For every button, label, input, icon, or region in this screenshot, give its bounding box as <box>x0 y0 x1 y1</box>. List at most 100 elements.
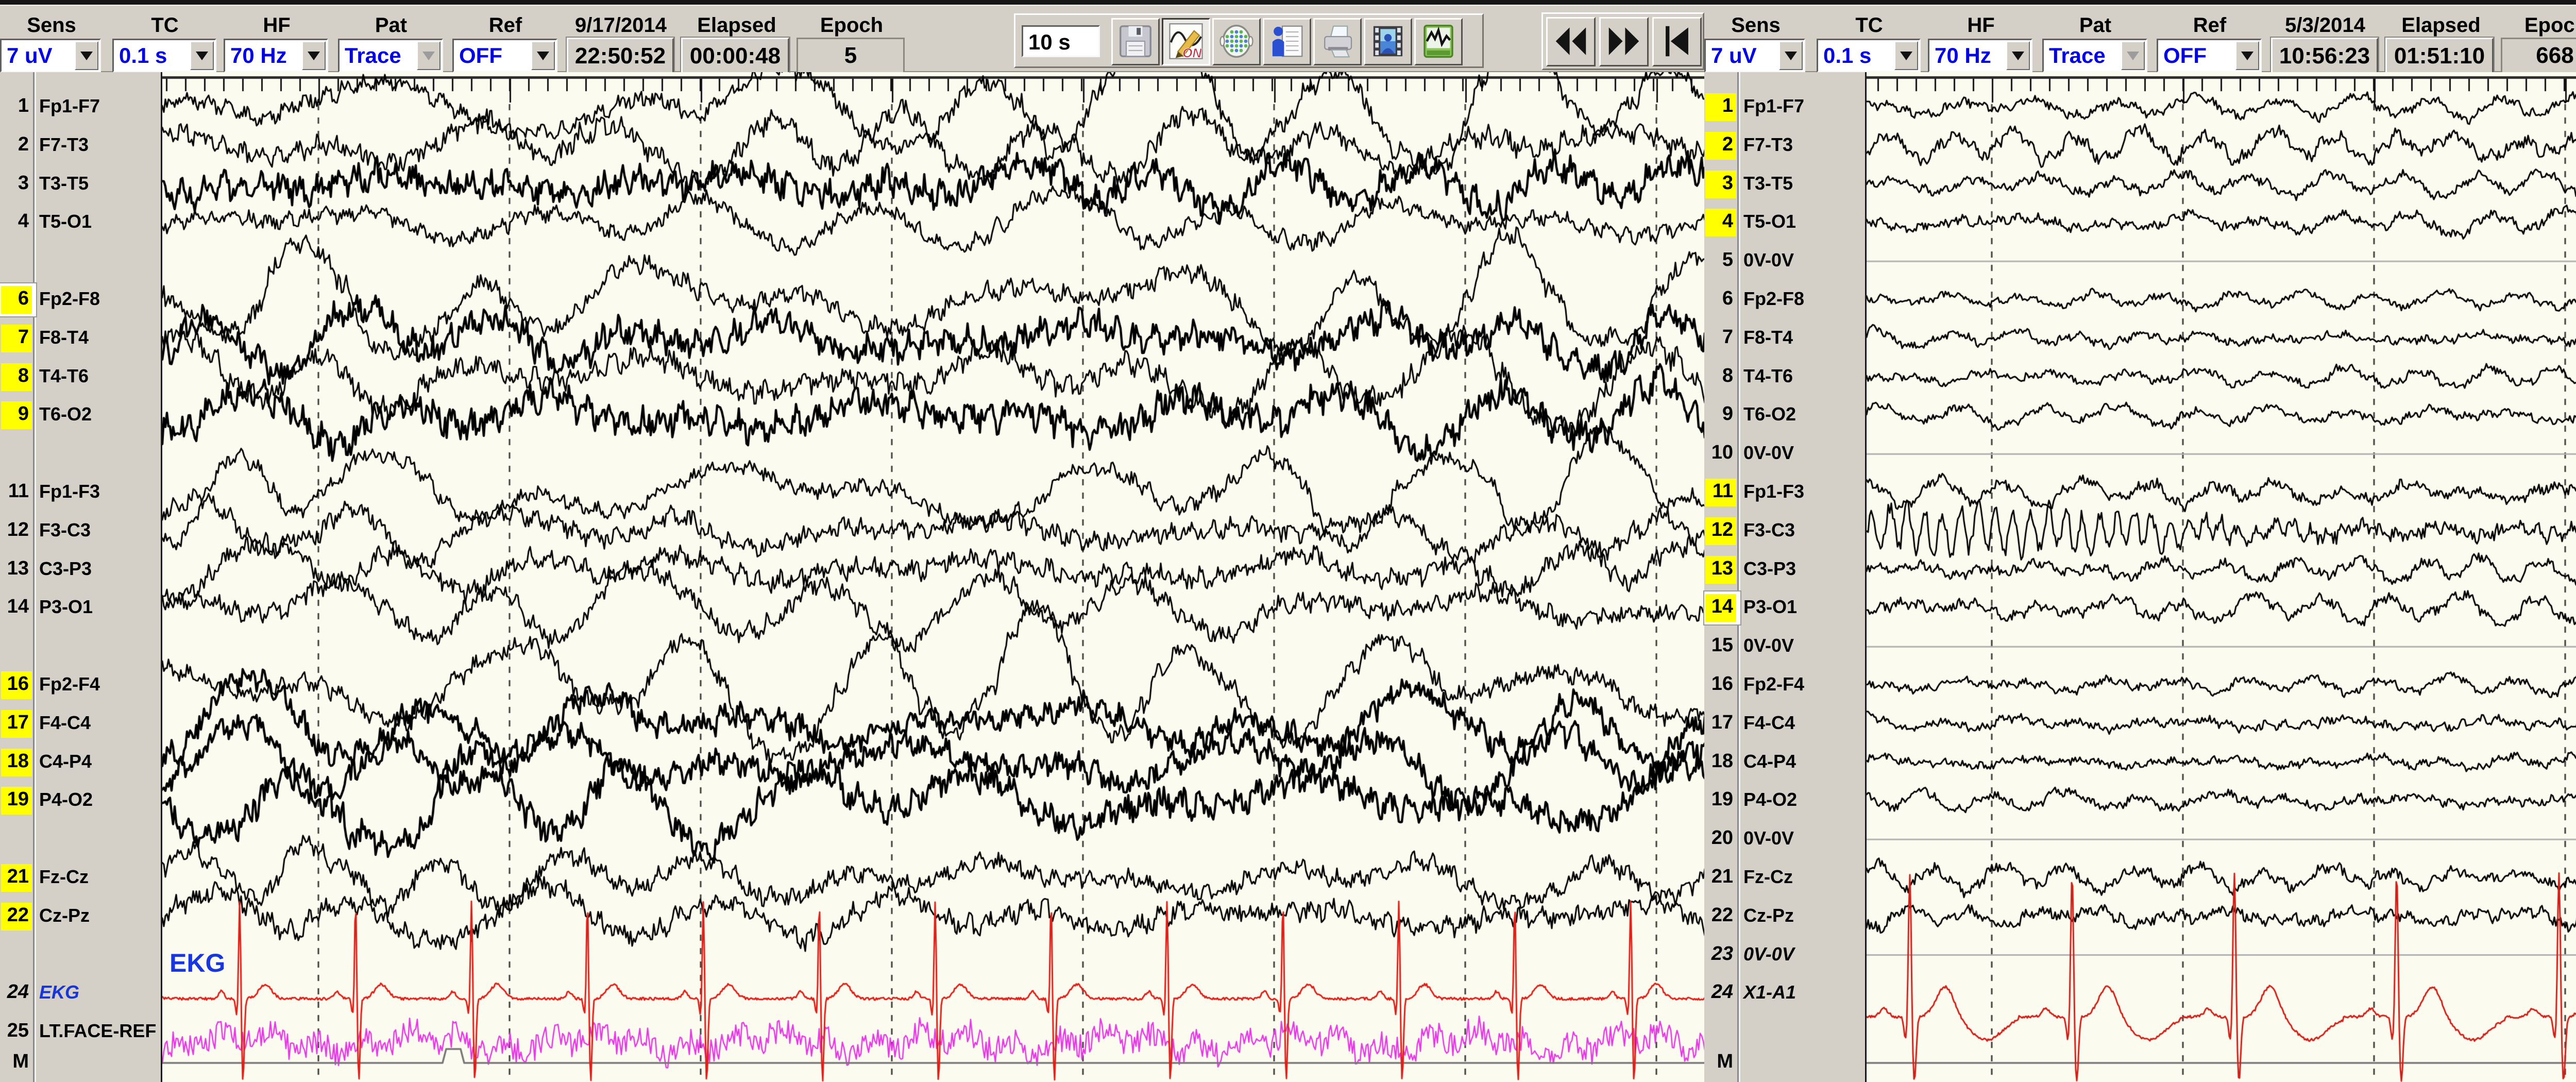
channel-number[interactable]: 1 <box>1704 95 1733 117</box>
trace-area-left[interactable]: EKG <box>161 72 1707 1082</box>
channel-number[interactable]: 6 <box>0 288 29 310</box>
channel-label[interactable]: Fp2-F8 <box>1743 288 1804 310</box>
channel-number[interactable]: 21 <box>0 866 29 888</box>
channel-label[interactable]: P3-O1 <box>39 596 93 618</box>
channel-number[interactable]: 21 <box>1704 866 1733 888</box>
go-start-button[interactable] <box>1652 17 1702 66</box>
channel-number[interactable]: 23 <box>1704 943 1733 965</box>
channel-label[interactable]: LT.FACE-REF <box>39 1020 156 1042</box>
channel-number[interactable]: 13 <box>0 557 29 580</box>
dropdown-arrow-button[interactable] <box>417 41 440 70</box>
channel-number[interactable]: 4 <box>0 210 29 232</box>
channel-label[interactable]: C4-P4 <box>1743 751 1796 772</box>
channel-number[interactable]: 4 <box>1704 210 1733 232</box>
channel-label[interactable]: F4-C4 <box>1743 712 1795 734</box>
channel-number[interactable]: 14 <box>0 596 29 618</box>
dropdown-arrow-button[interactable] <box>302 41 326 70</box>
channel-label[interactable]: F3-C3 <box>39 519 91 541</box>
channel-number[interactable]: 20 <box>1704 827 1733 849</box>
channel-number[interactable]: 13 <box>1704 557 1733 580</box>
channel-label[interactable]: T3-T5 <box>1743 173 1793 194</box>
channel-label[interactable]: T5-O1 <box>1743 211 1796 232</box>
hf-dropdown[interactable]: 70 Hz <box>1928 39 2032 73</box>
channel-label[interactable]: 0V-0V <box>1743 442 1794 464</box>
channel-number[interactable]: 11 <box>1704 480 1733 502</box>
patient-report-button[interactable] <box>1263 18 1311 65</box>
dropdown-arrow-button[interactable] <box>190 41 214 70</box>
channel-number[interactable]: 19 <box>0 788 29 810</box>
channel-label[interactable]: Fp2-F4 <box>39 673 100 695</box>
channel-label[interactable]: 0V-0V <box>1743 249 1794 271</box>
pat-dropdown[interactable]: Trace <box>338 39 443 73</box>
channel-label[interactable]: T6-O2 <box>39 403 92 425</box>
channel-label[interactable]: T3-T5 <box>39 173 89 194</box>
dropdown-arrow-button[interactable] <box>1894 41 1918 70</box>
channel-label[interactable]: F8-T4 <box>39 327 89 348</box>
channel-label[interactable]: Fp1-F7 <box>1743 95 1804 117</box>
channel-number[interactable]: 2 <box>1704 133 1733 156</box>
channel-number[interactable]: 12 <box>0 519 29 541</box>
sens-dropdown[interactable]: 7 uV <box>0 39 101 73</box>
channel-label[interactable]: T6-O2 <box>1743 403 1796 425</box>
channel-number[interactable]: 18 <box>1704 750 1733 772</box>
channel-label[interactable]: F7-T3 <box>39 134 89 156</box>
print-button[interactable] <box>1313 18 1362 65</box>
channel-label[interactable]: Cz-Pz <box>1743 905 1794 926</box>
channel-number[interactable]: 16 <box>1704 673 1733 695</box>
dropdown-arrow-button[interactable] <box>1779 41 1803 70</box>
ref-dropdown[interactable]: OFF <box>2157 39 2262 73</box>
clock-button[interactable]: 10:56:23 <box>2271 38 2378 74</box>
channel-number[interactable]: 11 <box>0 480 29 502</box>
hf-dropdown[interactable]: 70 Hz <box>224 39 328 73</box>
dropdown-arrow-button[interactable] <box>531 41 555 70</box>
channel-number[interactable]: 15 <box>1704 634 1733 656</box>
channel-number[interactable]: 1 <box>0 95 29 117</box>
dropdown-arrow-button[interactable] <box>75 41 98 70</box>
channel-label[interactable]: 0V-0V <box>1743 827 1794 849</box>
channel-number[interactable]: 10 <box>1704 442 1733 464</box>
channel-number[interactable]: 24 <box>1704 981 1733 1003</box>
channel-number[interactable]: 22 <box>1704 904 1733 926</box>
save-button[interactable] <box>1111 18 1160 65</box>
channel-number[interactable]: 3 <box>1704 172 1733 194</box>
channel-label[interactable]: P3-O1 <box>1743 596 1797 618</box>
channel-label[interactable]: F7-T3 <box>1743 134 1793 156</box>
trace-area-right[interactable] <box>1865 72 2576 1082</box>
channel-label[interactable]: P4-O2 <box>39 789 93 810</box>
ref-dropdown[interactable]: OFF <box>452 39 557 73</box>
channel-number[interactable]: 17 <box>1704 712 1733 734</box>
channel-number[interactable]: 12 <box>1704 519 1733 541</box>
channel-label[interactable]: F4-C4 <box>39 712 91 734</box>
channel-number[interactable]: 16 <box>0 673 29 695</box>
montage-map-button[interactable] <box>1212 18 1261 65</box>
elapsed-button[interactable]: 01:51:10 <box>2385 38 2494 74</box>
channel-number[interactable]: 6 <box>1704 288 1733 310</box>
channel-label[interactable]: T5-O1 <box>39 211 92 232</box>
channel-label[interactable]: Fp1-F3 <box>1743 481 1804 502</box>
channel-label[interactable]: F8-T4 <box>1743 327 1793 348</box>
channel-number[interactable]: 8 <box>1704 365 1733 387</box>
channel-label[interactable]: P4-O2 <box>1743 789 1797 810</box>
page-forward-button[interactable] <box>1599 17 1649 66</box>
channel-number[interactable]: 17 <box>0 712 29 734</box>
channel-number[interactable]: 2 <box>0 133 29 156</box>
channel-number[interactable]: 7 <box>0 326 29 348</box>
elapsed-button[interactable]: 00:00:48 <box>681 38 789 74</box>
channel-label[interactable]: C4-P4 <box>39 751 92 772</box>
channel-label[interactable]: 0V-0V <box>1743 943 1794 965</box>
dropdown-arrow-button[interactable] <box>2006 41 2030 70</box>
channel-label[interactable]: Fp2-F4 <box>1743 673 1804 695</box>
channel-number[interactable]: M <box>0 1051 29 1073</box>
channel-label[interactable]: C3-P3 <box>1743 558 1796 580</box>
trace-on-button[interactable]: ON <box>1162 18 1210 65</box>
channel-label[interactable]: F3-C3 <box>1743 519 1795 541</box>
channel-number[interactable]: M <box>1704 1051 1733 1073</box>
channel-number[interactable]: 25 <box>0 1020 29 1042</box>
page-span-dropdown[interactable]: 10 s <box>1022 25 1100 57</box>
channel-label[interactable]: X1-A1 <box>1743 982 1796 1003</box>
sens-dropdown[interactable]: 7 uV <box>1704 39 1805 73</box>
channel-number[interactable]: 3 <box>0 172 29 194</box>
channel-number[interactable]: 19 <box>1704 788 1733 810</box>
channel-number[interactable]: 7 <box>1704 326 1733 348</box>
channel-number[interactable]: 18 <box>0 750 29 772</box>
